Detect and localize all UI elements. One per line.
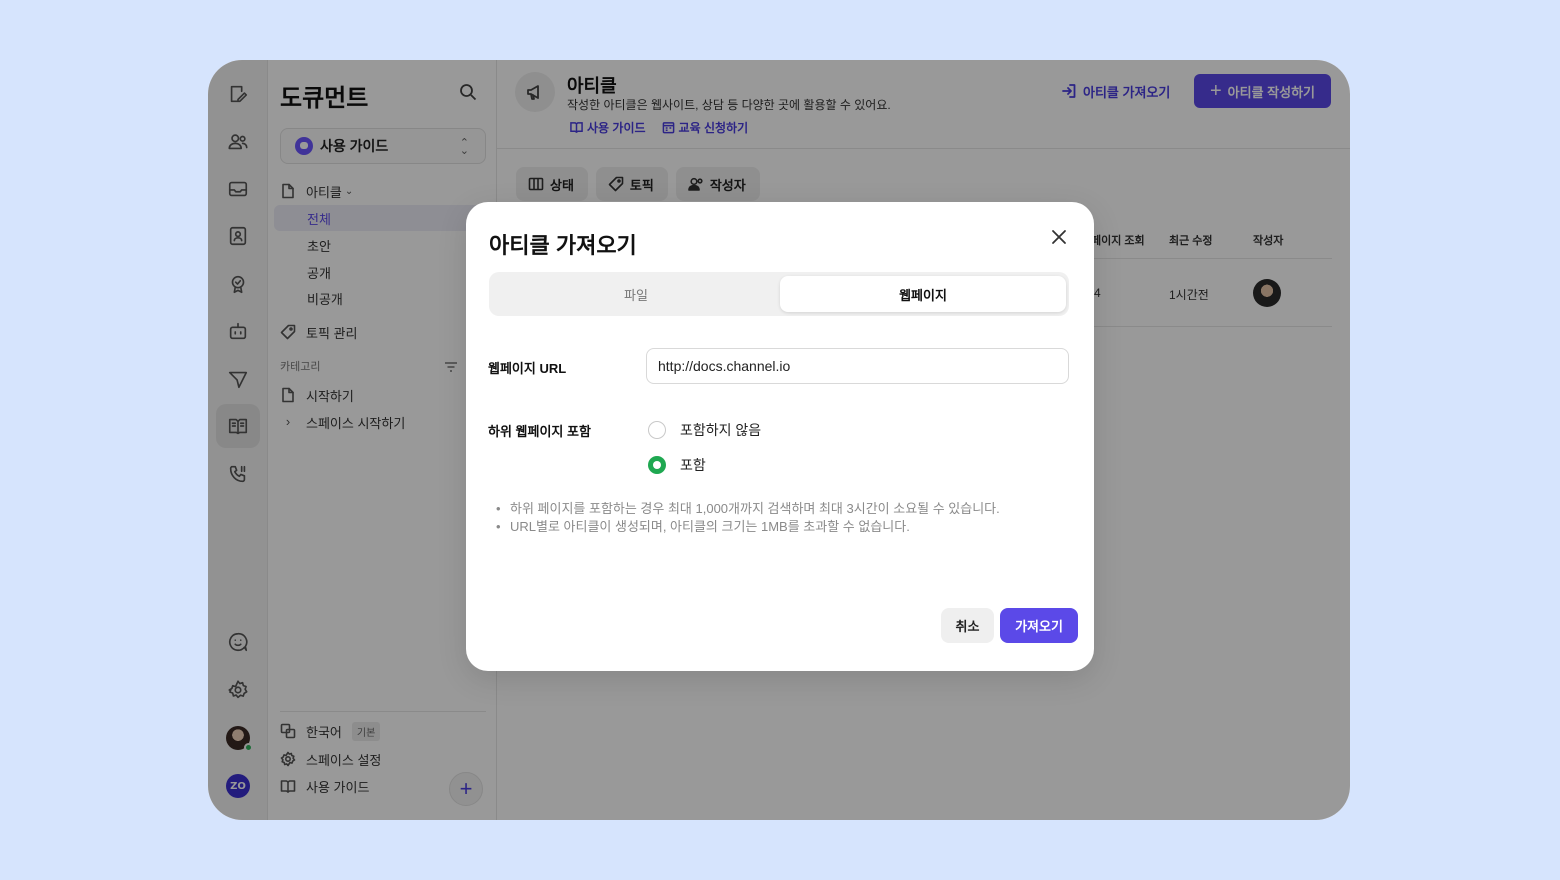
notice-list: 하위 페이지를 포함하는 경우 최대 1,000개까지 검색하며 최대 3시간이… (496, 500, 1000, 536)
dialog-title: 아티클 가져오기 (489, 233, 637, 258)
import-button[interactable]: 가져오기 (1000, 608, 1078, 643)
close-icon[interactable] (1048, 226, 1070, 248)
url-input[interactable] (646, 348, 1069, 384)
radio-include[interactable]: 포함 (648, 455, 706, 475)
notice-item: 하위 페이지를 포함하는 경우 최대 1,000개까지 검색하며 최대 3시간이… (496, 500, 1000, 518)
url-label: 웹페이지 URL (488, 361, 567, 376)
cancel-button[interactable]: 취소 (941, 608, 994, 643)
include-subpages-label: 하위 웹페이지 포함 (488, 424, 591, 439)
radio-circle-selected[interactable] (648, 456, 666, 474)
radio-include-label: 포함 (680, 457, 706, 473)
import-article-dialog: 아티클 가져오기 파일 웹페이지 웹페이지 URL 하위 웹페이지 포함 포함하… (466, 202, 1094, 671)
notice-item: URL별로 아티클이 생성되며, 아티클의 크기는 1MB를 초과할 수 없습니… (496, 518, 1000, 536)
radio-circle[interactable] (648, 421, 666, 439)
tab-file[interactable]: 파일 (493, 276, 779, 312)
radio-exclude[interactable]: 포함하지 않음 (648, 420, 761, 440)
source-tab-switch: 파일 웹페이지 (489, 272, 1069, 316)
tab-webpage[interactable]: 웹페이지 (780, 276, 1066, 312)
radio-exclude-label: 포함하지 않음 (680, 422, 762, 438)
